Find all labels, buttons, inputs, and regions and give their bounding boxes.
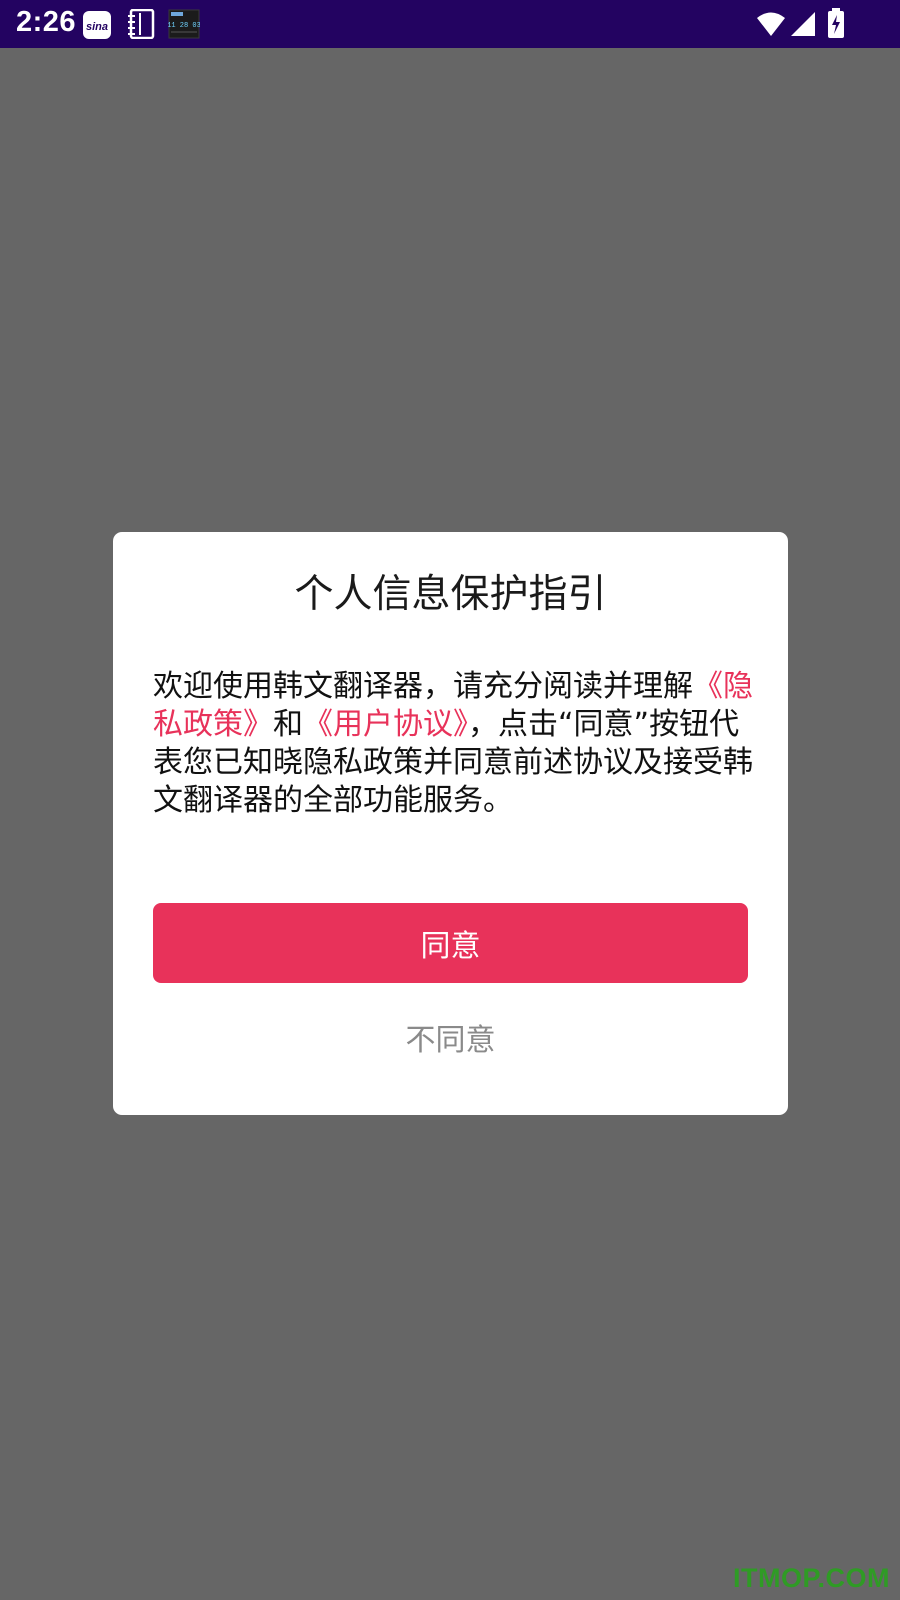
sina-label: sina [86, 21, 108, 33]
screen: 2:26 sina 11 28 03 个人信息保护指引 欢迎使用韩文翻译器，请充… [0, 0, 900, 1600]
dialog-title: 个人信息保护指引 [294, 572, 607, 617]
clock-widget-text: 11 28 03 [168, 22, 200, 30]
user-agreement-link[interactable]: 《用户协议》 [303, 707, 468, 742]
battery-charging-icon [827, 8, 845, 42]
wifi-icon [756, 11, 786, 41]
notebook-icon [127, 8, 155, 43]
disagree-button[interactable]: 不同意 [153, 1010, 748, 1064]
sina-app-icon: sina [82, 10, 112, 44]
body-intro-text: 欢迎使用韩文翻译器，请充分阅读并理解 [153, 669, 693, 704]
body-and-text: 和 [273, 707, 303, 742]
status-bar: 2:26 sina 11 28 03 [0, 0, 900, 48]
privacy-dialog: 个人信息保护指引 欢迎使用韩文翻译器，请充分阅读并理解《隐私政策》和《用户协议》… [113, 532, 788, 1115]
cell-signal-icon [790, 11, 816, 41]
watermark: ITMOP.COM [732, 1563, 890, 1593]
dialog-body: 欢迎使用韩文翻译器，请充分阅读并理解《隐私政策》和《用户协议》，点击“同意”按钮… [153, 668, 755, 820]
status-time: 2:26 [16, 6, 77, 38]
agree-button[interactable]: 同意 [153, 903, 748, 983]
clock-widget-icon: 11 28 03 [167, 9, 201, 43]
